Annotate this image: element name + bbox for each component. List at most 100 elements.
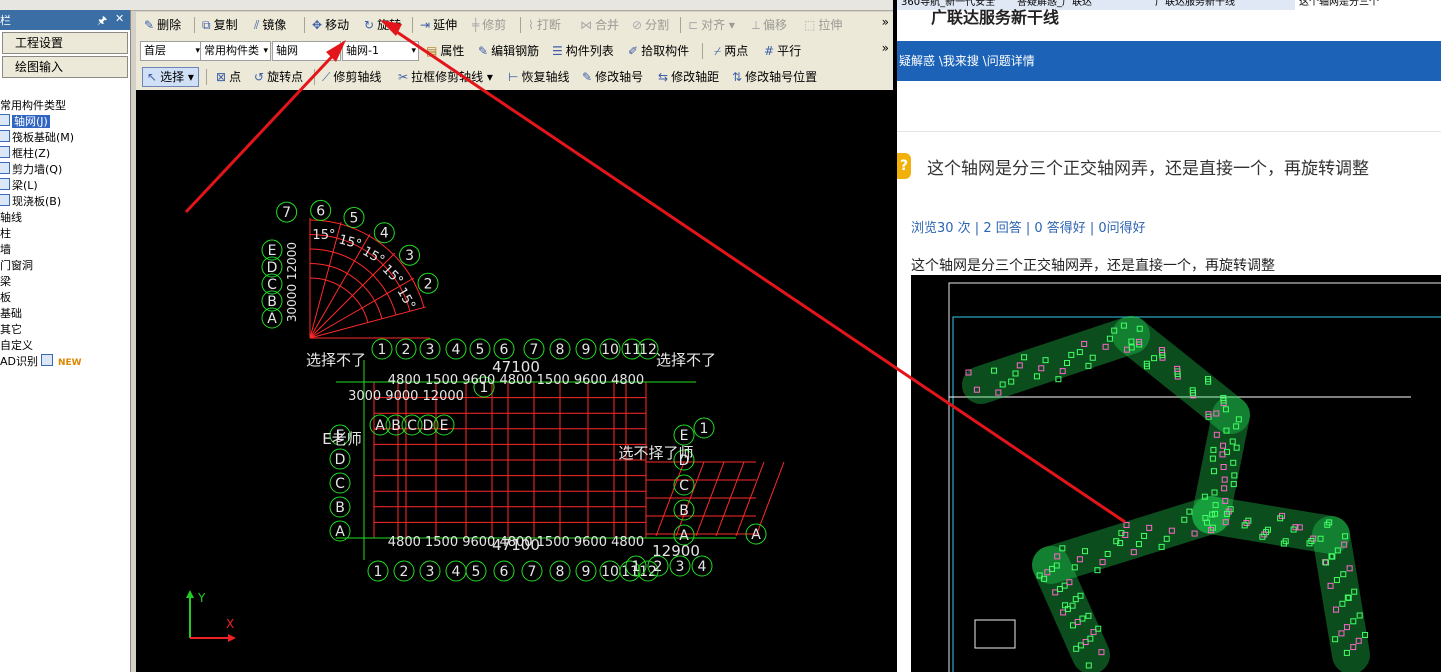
restore-axis-button[interactable]: ⊢ 恢复轴线 (508, 68, 569, 86)
project-settings-button[interactable]: 工程设置 (2, 32, 128, 54)
pick-component-button[interactable]: ✐ 拾取构件 (628, 42, 689, 60)
column-icon (0, 146, 10, 158)
tree-item[interactable]: 梁(L) (0, 178, 130, 194)
copy-button[interactable]: ⧉ 复制 (202, 16, 238, 34)
properties-button[interactable]: ▤ 属性 (426, 42, 464, 60)
tree-item[interactable]: 门窗洞 (0, 258, 130, 274)
component-list-button[interactable]: ☰ 构件列表 (552, 42, 614, 60)
axis-bubble-label: 8 (556, 564, 565, 580)
tab-service[interactable]: 广联达服务新干线 (1151, 0, 1296, 10)
fan-axis-grid[interactable]: 7 6 543215° 15°15°15°15°EDCBA 30000 12000 (261, 199, 439, 339)
split-button[interactable]: ⊘ 分割 (632, 16, 669, 34)
rotate-point-button[interactable]: ↺ 旋转点 (254, 68, 303, 86)
delete-button[interactable]: ✎ 删除 (144, 16, 181, 34)
pin-icon[interactable]: 🖈 (97, 12, 107, 31)
axis-bubble: 1 (371, 338, 393, 360)
component-tree: 常用构件类型 轴网(J) 筏板基础(M) 框柱(Z) 剪力墙(Q) 梁(L) 现… (0, 98, 130, 370)
axis-bubble: 1 (367, 560, 389, 582)
axis-bubble-label: 2 (654, 559, 663, 575)
axis-bubble-label: 2 (400, 564, 409, 580)
merge-button[interactable]: ⋈ 合并 (580, 16, 619, 34)
break-label: 打断 (536, 18, 561, 32)
tree-item[interactable]: 板 (0, 290, 130, 306)
edit-axis-distance-icon: ⇆ (658, 70, 669, 84)
axis-bubble-label: C (679, 478, 689, 494)
axis-bubble: C (329, 472, 351, 494)
tree-item[interactable]: 墙 (0, 242, 130, 258)
tree-item[interactable]: 自定义 (0, 338, 130, 354)
axis-bubble-label: 10 (601, 564, 619, 580)
dimension-label: 3000 9000 12000 (348, 389, 464, 404)
fan-angle-label: 15° (337, 232, 363, 252)
axis-bubble-label: A (375, 418, 385, 434)
menu-strip-cropped (0, 0, 893, 11)
toolbar-overflow-button[interactable]: » (882, 41, 889, 55)
point-button[interactable]: ⊠ 点 (216, 68, 241, 86)
axis-bubble: B (329, 496, 351, 518)
axis-bubble-label: 6 (316, 203, 325, 219)
rotate-button[interactable]: ↻ 旋转 (364, 16, 401, 34)
close-icon[interactable]: ✕ (115, 12, 124, 25)
attached-screenshot[interactable] (911, 275, 1441, 672)
align-button[interactable]: ⊏ 对齐 ▾ (688, 16, 735, 34)
tree-item-cad-recognition[interactable]: AD识别 NEW (0, 354, 130, 370)
axis-bubble-label: 4 (452, 564, 461, 580)
component-name-select[interactable]: 轴网-1 (342, 41, 419, 61)
separator (194, 17, 195, 33)
axis-bubble-label: D (423, 418, 434, 434)
break-button[interactable]: ⌇ 打断 (528, 16, 561, 34)
extend-icon: ⇥ (420, 18, 431, 32)
two-point-label: 两点 (724, 44, 749, 58)
edit-rebar-button[interactable]: ✎ 编辑钢筋 (478, 42, 539, 60)
box-trim-axis-button[interactable]: ✂ 拉框修剪轴线 ▾ (398, 68, 493, 86)
category-select[interactable]: 常用构件类 (200, 41, 271, 61)
breadcrumb[interactable]: 疑解惑 \我来搜 \问题详情 (897, 41, 1441, 81)
tree-item-axis-grid[interactable]: 轴网(J) (0, 114, 130, 130)
drawing-input-button[interactable]: 绘图输入 (2, 56, 128, 78)
move-button[interactable]: ✥ 移动 (312, 16, 349, 34)
mirror-button[interactable]: ⫽ 镜像 (254, 16, 286, 34)
parallel-button[interactable]: # 平行 (764, 42, 801, 60)
tree-item[interactable]: 框柱(Z) (0, 146, 130, 162)
tab-question-active[interactable]: 这个轴网是分三个 (1295, 0, 1441, 10)
axis-bubble-label: A (751, 527, 761, 543)
offset-button[interactable]: ⟂ 偏移 (752, 16, 787, 34)
type-select[interactable]: 轴网 (272, 41, 341, 61)
rotate-point-label: 旋转点 (267, 70, 304, 84)
browser-window: 360导航_新一代安全 答疑解惑_广联达 广联达服务新干线 这个轴网是分三个 广… (897, 0, 1441, 672)
tree-item-label: 框柱(Z) (12, 147, 51, 160)
tree-item[interactable]: 剪力墙(Q) (0, 162, 130, 178)
tree-item[interactable]: 基础 (0, 306, 130, 322)
toolbar-overflow-button[interactable]: » (882, 15, 889, 29)
trim-button[interactable]: ╪ 修剪 (472, 16, 506, 34)
edit-axis-number-position-button[interactable]: ⇅ 修改轴号位置 (732, 68, 817, 86)
two-point-button[interactable]: ⌿ 两点 (714, 42, 748, 60)
drawing-canvas[interactable]: 7 6 543215° 15°15°15°15°EDCBA 30000 12000 12… (136, 90, 893, 672)
select-label: 选择 (160, 70, 185, 84)
axis-bubble-label: 1 (374, 564, 383, 580)
axis-toolbar: ↖ 选择 ▾ ⊠ 点 ↺ 旋转点 ⟋ 修剪轴线 ✂ 拉框修剪轴线 ▾ ⊢ 恢复轴线 ✎ 修改轴… (136, 64, 893, 91)
tree-item[interactable]: 梁 (0, 274, 130, 290)
tree-item-label: 柱 (0, 227, 11, 240)
tree-item-label: 其它 (0, 323, 22, 336)
axis-bubble: D (329, 448, 351, 470)
edit-axis-number-button[interactable]: ✎ 修改轴号 (582, 68, 643, 86)
floor-select[interactable]: 首层 (140, 41, 203, 61)
stretch-button[interactable]: ⬚ 拉伸 (804, 16, 842, 34)
delete-label: 删除 (157, 18, 182, 32)
axis-bubble-label: 2 (402, 342, 411, 358)
edit-axis-distance-button[interactable]: ⇆ 修改轴距 (658, 68, 719, 86)
trim-axis-button[interactable]: ⟋ 修剪轴线 (322, 68, 381, 86)
tree-item[interactable]: 柱 (0, 226, 130, 242)
tree-item[interactable]: 轴线 (0, 210, 130, 226)
tree-item[interactable]: 现浇板(B) (0, 194, 130, 210)
axis-bubble: D (417, 414, 439, 436)
skewed-axis-grid[interactable] (646, 461, 785, 537)
tree-item[interactable]: 筏板基础(M) (0, 130, 130, 146)
question-stats[interactable]: 浏览30 次 | 2 回答 | 0 答得好 | 0问得好 (911, 217, 1146, 236)
tree-item[interactable]: 其它 (0, 322, 130, 338)
axis-bubble-label: C (407, 418, 417, 434)
tree-item[interactable]: 常用构件类型 (0, 98, 130, 114)
extend-button[interactable]: ⇥ 延伸 (420, 16, 457, 34)
select-button[interactable]: ↖ 选择 ▾ (142, 67, 199, 87)
